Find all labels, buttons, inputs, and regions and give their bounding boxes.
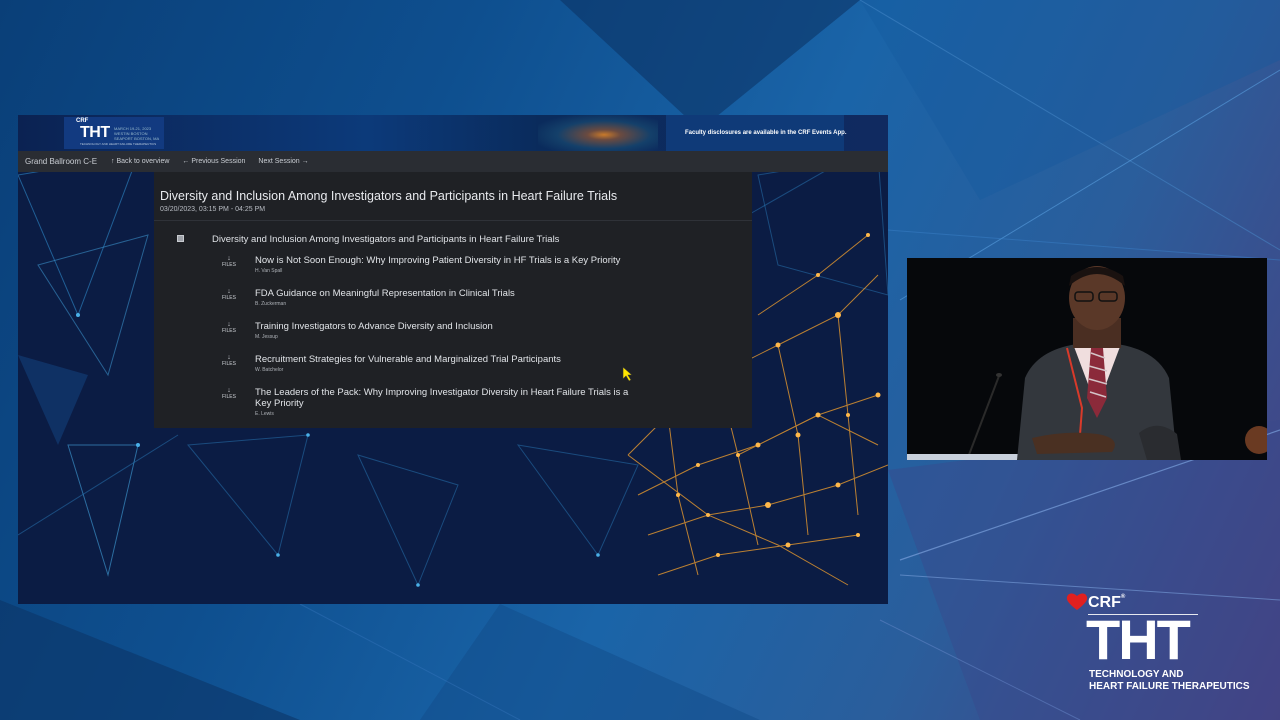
talk-title[interactable]: Now is Not Soon Enough: Why Improving Pa…	[255, 255, 655, 266]
speaker-video	[907, 258, 1267, 460]
talk-title[interactable]: The Leaders of the Pack: Why Improving I…	[255, 387, 645, 409]
slide-banner: CRF THT TECHNOLOGY AND HEART FAILURE THE…	[18, 115, 888, 151]
talk-author: E. Lewis	[255, 411, 274, 417]
disclosure-text: Faculty disclosures are available in the…	[685, 130, 847, 136]
download-arrow-icon: ↓	[227, 387, 231, 394]
banner-dates: MARCH 19-21, 2023 WESTIN BOSTON SEAPORT …	[114, 126, 160, 141]
files-label: FILES	[222, 394, 236, 400]
talk-title[interactable]: Training Investigators to Advance Divers…	[255, 321, 655, 332]
banner-tht-label: THT	[80, 124, 110, 141]
banner-logo-subtitle: TECHNOLOGY AND HEART FAILURE THERAPEUTIC…	[80, 142, 157, 146]
back-to-overview-link[interactable]: ↑ Back to overview	[111, 158, 169, 165]
session-title: Diversity and Inclusion Among Investigat…	[160, 189, 618, 203]
talk-author: M. Jessup	[255, 334, 278, 340]
heart-icon	[1066, 593, 1088, 610]
brand-subtitle-line2: HEART FAILURE THERAPEUTICS	[1089, 681, 1250, 692]
room-label: Grand Ballroom C-E	[25, 157, 98, 166]
files-download-button[interactable]: ↓ FILES	[218, 255, 240, 268]
speaker-figure	[907, 258, 1267, 460]
session-panel: Diversity and Inclusion Among Investigat…	[154, 172, 752, 428]
files-label: FILES	[222, 262, 236, 268]
files-download-button[interactable]: ↓ FILES	[218, 321, 240, 334]
previous-session-link[interactable]: ← Previous Session	[182, 158, 245, 165]
files-label: FILES	[222, 361, 236, 367]
talk-author: B. Zuckerman	[255, 301, 287, 307]
download-arrow-icon: ↓	[227, 321, 231, 328]
download-arrow-icon: ↓	[227, 354, 231, 361]
brand-tht-label: THT	[1086, 608, 1191, 671]
presentation-slide: CRF THT TECHNOLOGY AND HEART FAILURE THE…	[18, 115, 888, 604]
session-time: 03/20/2023, 03:15 PM - 04:25 PM	[160, 206, 266, 213]
tht-brand-logo: CRF® THT TECHNOLOGY AND HEART FAILURE TH…	[1066, 592, 1266, 692]
parent-session-title[interactable]: Diversity and Inclusion Among Investigat…	[212, 234, 559, 245]
talk-title[interactable]: FDA Guidance on Meaningful Representatio…	[255, 288, 655, 299]
files-label: FILES	[222, 295, 236, 301]
talk-title[interactable]: Recruitment Strategies for Vulnerable an…	[255, 354, 655, 365]
talk-author: W. Batchelor	[255, 367, 284, 373]
next-session-link[interactable]: Next Session →	[258, 158, 308, 165]
collapse-toggle-icon[interactable]	[177, 235, 184, 242]
mouse-cursor-icon	[622, 366, 633, 382]
download-arrow-icon: ↓	[227, 288, 231, 295]
files-label: FILES	[222, 328, 236, 334]
talk-author: H. Van Spall	[255, 268, 283, 274]
files-download-button[interactable]: ↓ FILES	[218, 387, 240, 400]
files-download-button[interactable]: ↓ FILES	[218, 354, 240, 367]
brand-subtitle-line1: TECHNOLOGY AND	[1089, 669, 1184, 680]
divider	[154, 220, 752, 221]
brain-graphic	[538, 115, 658, 151]
session-navbar: Grand Ballroom C-E ↑ Back to overview ← …	[18, 151, 888, 172]
files-download-button[interactable]: ↓ FILES	[218, 288, 240, 301]
download-arrow-icon: ↓	[227, 255, 231, 262]
